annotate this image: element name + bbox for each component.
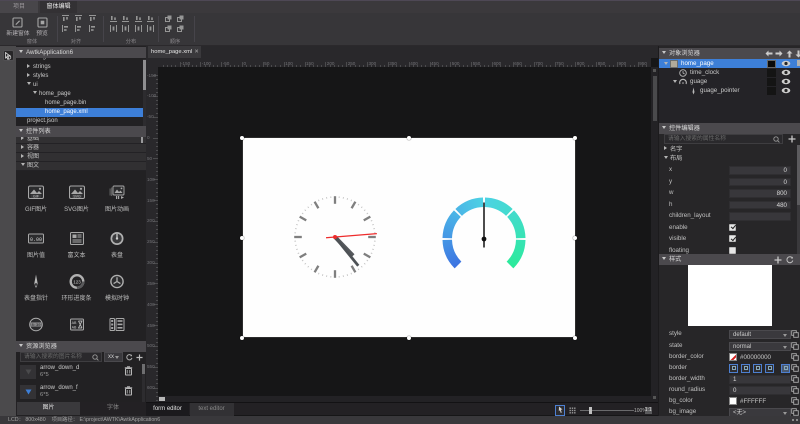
svg-text:AB: AB [71,321,76,325]
svg-text:AB: AB [71,325,76,329]
svg-text:SVG: SVG [73,194,81,198]
svg-text:GIF: GIF [33,194,40,198]
svg-text:123: 123 [73,279,81,284]
svg-text:0.00: 0.00 [30,237,42,243]
svg-text:8:30: 8:30 [31,323,41,327]
